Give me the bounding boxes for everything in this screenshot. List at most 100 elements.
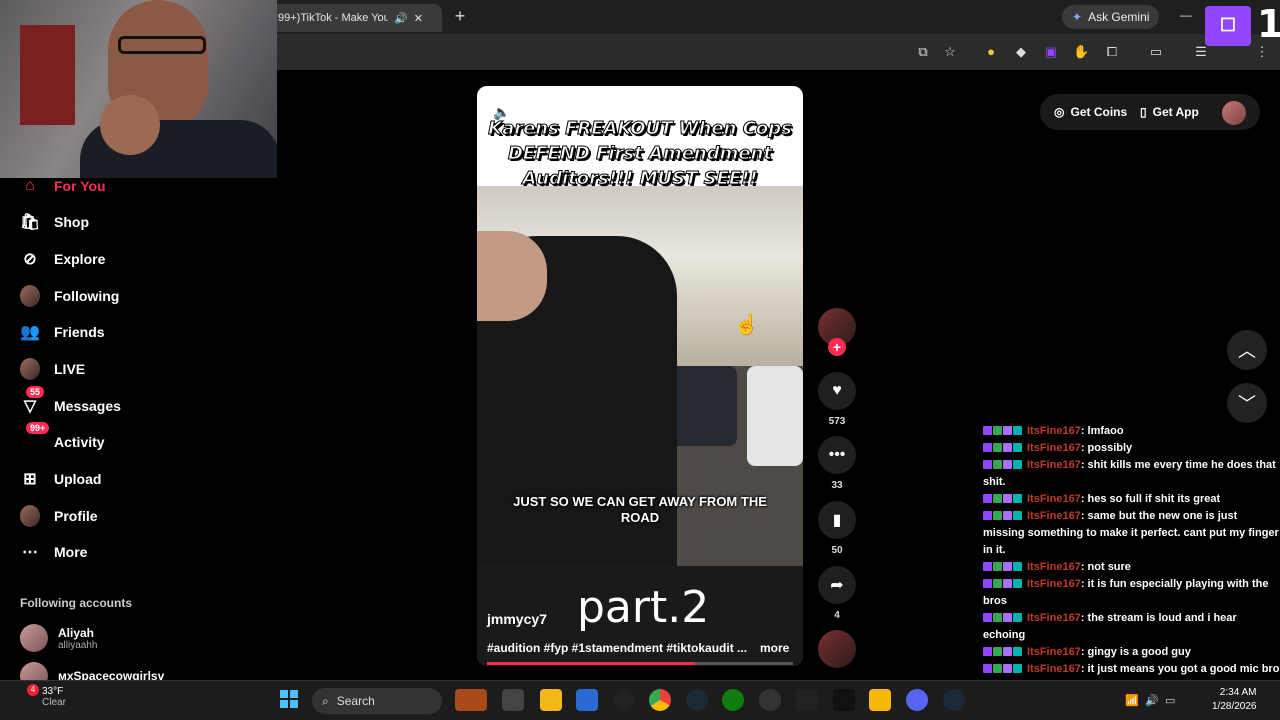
ask-gemini-label: Ask Gemini <box>1088 10 1150 24</box>
share-count: 4 <box>834 610 840 621</box>
chat-username: ItsFine167 <box>1027 510 1081 522</box>
next-video-button[interactable]: ﹀ <box>1227 383 1267 423</box>
sidebar-item-friends[interactable]: 👥 Friends <box>20 318 105 346</box>
7zip-icon[interactable] <box>796 689 818 711</box>
obs-icon[interactable] <box>759 689 781 711</box>
more-link[interactable]: more <box>760 641 789 655</box>
epic-games-icon[interactable] <box>833 689 855 711</box>
volume-icon[interactable]: 🔈 <box>493 104 510 121</box>
taskbar <box>0 680 1280 720</box>
notification-badge: 55 <box>26 386 45 398</box>
account-handle: alliyaahh <box>58 639 98 651</box>
sidebar-item-profile[interactable]: Profile <box>20 502 98 530</box>
sidebar-item-label: Following <box>54 288 120 304</box>
save-button[interactable]: ▮ 50 <box>818 501 856 556</box>
get-app-label: Get App <box>1152 105 1199 119</box>
speaker-icon[interactable]: 🔊 <box>1145 694 1159 707</box>
account-name: Aliyah <box>58 625 95 640</box>
xbox-icon[interactable] <box>722 689 744 711</box>
compass-icon: ⊘ <box>23 251 37 268</box>
chat-username: ItsFine167 <box>1027 442 1081 454</box>
sidebar-item-label: Explore <box>54 251 106 267</box>
previous-video-button[interactable]: ︿ <box>1227 330 1267 370</box>
more-icon: ⋯ <box>22 544 38 561</box>
extension-icon[interactable]: ✋ <box>1073 44 1089 60</box>
chat-username: ItsFine167 <box>1027 578 1081 590</box>
file-explorer-icon[interactable] <box>540 689 562 711</box>
extensions-puzzle-icon[interactable]: ⧠ <box>1104 44 1120 60</box>
cast-icon[interactable]: ⧉ <box>915 44 931 60</box>
sidebar-item-label: Upload <box>54 471 102 487</box>
chat-badges-icon <box>983 610 1023 627</box>
following-account[interactable]: Aliyah alliyaahh <box>20 624 97 652</box>
profile-avatar[interactable] <box>1222 101 1246 125</box>
taskbar-clock[interactable]: 2:34 AM 1/28/2026 <box>1212 686 1257 714</box>
sidebar-item-live[interactable]: LIVE <box>20 355 85 383</box>
get-app-button[interactable]: ▯ Get App <box>1136 98 1203 126</box>
follow-plus-icon[interactable]: + <box>828 338 846 356</box>
video-player[interactable]: Karens FREAKOUT When Cops DEFEND First A… <box>477 86 803 666</box>
bookmark-star-icon[interactable]: ☆ <box>942 44 958 60</box>
extension-icon[interactable]: ◆ <box>1013 44 1029 60</box>
twitch-extension-icon[interactable]: ▣ <box>1043 44 1059 60</box>
windows-start-icon[interactable] <box>280 690 298 708</box>
chat-text: : it just means you got a good mic bro <box>1080 663 1280 675</box>
tab-close-icon[interactable]: ✕ <box>414 12 423 25</box>
chat-message: ItsFine167: not sure <box>983 559 1280 576</box>
like-button[interactable]: ♥ 573 <box>818 372 856 427</box>
upload-icon: ⊞ <box>23 471 37 488</box>
new-tab-button[interactable]: + <box>450 6 470 27</box>
sidebar-item-shop[interactable]: 🛍 Shop <box>20 208 89 236</box>
chat-text: : gingy is a good guy <box>1080 646 1191 658</box>
get-coins-button[interactable]: ◎ Get Coins <box>1050 98 1131 126</box>
sidebar-item-activity[interactable]: 99+ Activity <box>20 422 105 456</box>
video-username[interactable]: jmmycy7 <box>487 611 547 627</box>
chat-badges-icon <box>983 661 1023 678</box>
app-icon[interactable] <box>613 689 635 711</box>
sidebar-item-more[interactable]: ⋯ More <box>20 538 87 566</box>
avatar <box>20 624 48 652</box>
search-highlight-icon[interactable] <box>455 689 487 711</box>
extension-icon[interactable]: ● <box>983 44 999 60</box>
taskbar-search[interactable]: ⌕ Search <box>312 688 442 714</box>
weather-condition: Clear <box>42 697 66 708</box>
chat-badges-icon <box>983 457 1023 474</box>
steam-icon[interactable] <box>943 689 965 711</box>
following-accounts-title: Following accounts <box>20 596 133 610</box>
speaker-icon[interactable]: 🔊 <box>394 12 408 25</box>
sidebar-item-messages[interactable]: ▽ 55 Messages <box>20 386 121 420</box>
sidebar-item-label: Friends <box>54 324 105 340</box>
minimize-button[interactable]: — <box>1180 8 1192 22</box>
chat-badges-icon <box>983 576 1023 593</box>
steam-icon[interactable] <box>686 689 708 711</box>
battery-icon[interactable]: ▭ <box>1165 694 1175 707</box>
chat-message: ItsFine167: hes so full if shit its grea… <box>983 491 1280 508</box>
video-progress-bar[interactable] <box>487 662 793 665</box>
store-icon[interactable] <box>576 689 598 711</box>
browser-tab[interactable]: 99+)TikTok - Make Your Da 🔊 ✕ <box>270 4 442 32</box>
more-options-icon[interactable]: ••• <box>767 102 785 118</box>
notification-badge: 99+ <box>26 422 50 434</box>
chat-message: ItsFine167: it just means you got a good… <box>983 661 1280 678</box>
tab-title: 99+)TikTok - Make Your Da <box>278 12 388 24</box>
sidebar-item-explore[interactable]: ⊘ Explore <box>20 245 105 273</box>
sidepanel-icon[interactable]: ▭ <box>1148 44 1164 60</box>
task-view-icon[interactable] <box>502 689 524 711</box>
chat-badges-icon <box>983 491 1023 508</box>
ask-gemini-button[interactable]: ✦ Ask Gemini <box>1062 5 1160 29</box>
rockstar-icon[interactable] <box>869 689 891 711</box>
chrome-icon[interactable] <box>649 689 671 711</box>
discord-icon[interactable] <box>906 689 928 711</box>
sidebar-item-following[interactable]: Following <box>20 282 119 310</box>
sidebar-item-upload[interactable]: ⊞ Upload <box>20 465 101 493</box>
video-hashtags[interactable]: #audition #fyp #1stamendment #tiktokaudi… <box>487 641 757 655</box>
chat-badges-icon <box>983 440 1023 457</box>
share-button[interactable]: ➦ 4 <box>818 566 856 621</box>
comment-button[interactable]: ••• 33 <box>818 436 856 491</box>
sidebar-item-label: For You <box>54 178 106 194</box>
chat-message: ItsFine167: possibly <box>983 440 1280 457</box>
chat-badges-icon <box>983 559 1023 576</box>
music-disc[interactable] <box>818 630 856 668</box>
wifi-icon[interactable]: 📶 <box>1125 694 1139 707</box>
sidebar-item-for-you[interactable]: ⌂ For You <box>20 172 106 200</box>
